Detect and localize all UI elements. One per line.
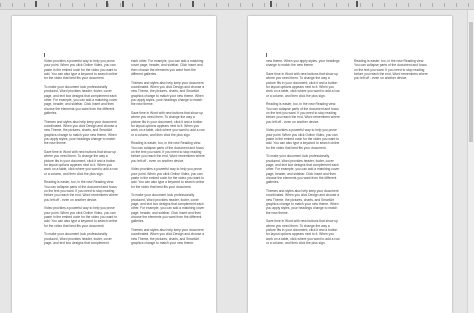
paragraph: To make your document look professionall… <box>131 193 205 224</box>
horizontal-ruler[interactable] <box>0 0 474 10</box>
paragraph: Video provides a powerful way to help yo… <box>44 206 118 228</box>
scrollbar-thumb[interactable] <box>469 22 473 142</box>
paragraph: Video provides a powerful way to help yo… <box>266 128 340 150</box>
paragraph: Reading is easier, too, in the new Readi… <box>266 102 340 124</box>
paragraph: Save time in Word with new buttons that … <box>266 219 340 246</box>
text-cursor <box>44 53 45 57</box>
paragraph: To make your document look professionall… <box>266 154 340 185</box>
paragraph: Reading is easier, too, in the new Readi… <box>44 180 118 202</box>
paragraph: Video provides a powerful way to help yo… <box>44 59 118 81</box>
page-1-column-1[interactable]: Video provides a powerful way to help yo… <box>44 59 118 250</box>
vertical-scrollbar[interactable] <box>467 10 474 313</box>
page-2-column-2[interactable]: Reading is easier, too, in the new Readi… <box>354 59 428 85</box>
left-indent-marker[interactable] <box>35 1 37 7</box>
paragraph: Reading is easier, too, in the new Readi… <box>354 59 428 81</box>
paragraph: Save time in Word with new buttons that … <box>44 150 118 176</box>
paragraph: Themes and styles also help keep your do… <box>131 80 205 107</box>
paragraph: each other. For example, you can add a m… <box>131 59 204 77</box>
paragraph: Save time in Word with new buttons that … <box>131 111 205 137</box>
column-marker[interactable] <box>270 1 272 7</box>
paragraph: To make your document look professionall… <box>44 85 118 116</box>
column-marker[interactable] <box>356 1 358 7</box>
document-page-1[interactable]: Video provides a powerful way to help yo… <box>12 16 216 313</box>
paragraph: Themes and styles also help keep your do… <box>266 189 340 215</box>
paragraph: new theme. When you apply styles, your h… <box>266 59 340 68</box>
column-marker[interactable] <box>122 1 124 7</box>
document-page-2[interactable]: new theme. When you apply styles, your h… <box>248 16 452 313</box>
paragraph: Video provides a powerful way to help yo… <box>131 167 205 189</box>
paragraph: Save time in Word with new buttons that … <box>266 71 340 98</box>
right-indent-marker[interactable] <box>192 1 194 7</box>
text-cursor <box>266 53 267 57</box>
paragraph: To make your document look professionall… <box>44 232 112 246</box>
paragraph: Reading is easier, too, in the new Readi… <box>131 141 205 163</box>
page-1-column-2[interactable]: each other. For example, you can add a m… <box>131 59 205 250</box>
page-2-column-1[interactable]: new theme. When you apply styles, your h… <box>266 59 340 250</box>
column-marker[interactable] <box>106 1 108 7</box>
paragraph: Themes and styles also help keep your do… <box>44 119 118 146</box>
ruler-ticks <box>0 3 474 7</box>
paragraph: Themes and styles also help keep your do… <box>131 228 205 246</box>
